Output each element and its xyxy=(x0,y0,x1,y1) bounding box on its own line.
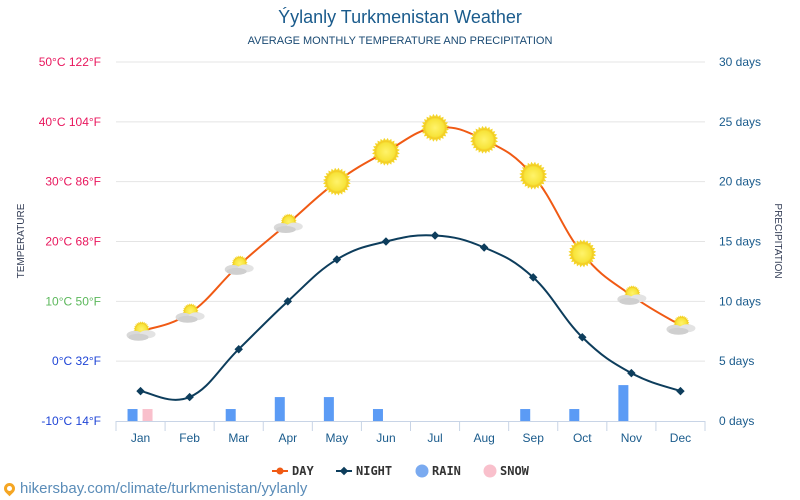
footer-url[interactable]: hikersbay.com/climate/turkmenistan/yylan… xyxy=(20,480,307,497)
partly-cloudy-icon xyxy=(175,303,205,323)
sun-disc xyxy=(522,164,545,187)
footer-link[interactable]: hikersbay.com/climate/turkmenistan/yylan… xyxy=(1,480,307,497)
x-tick-label: Dec xyxy=(670,431,691,445)
y-axis-temperature: 50°C 122°F 40°C 104°F 30°C 86°F 20°C 68°F 10… xyxy=(39,55,101,428)
y-tick-label: -10°C 14°F xyxy=(41,414,101,428)
y-tick-label: 20°C 68°F xyxy=(45,235,101,249)
y-tick-label: 0°C 32°F xyxy=(52,354,101,368)
legend-item-rain: RAIN xyxy=(415,464,461,478)
night-point xyxy=(676,386,685,396)
sun-disc xyxy=(424,116,446,139)
night-point xyxy=(627,368,636,378)
partly-cloudy-icon xyxy=(666,315,696,335)
rain-bar xyxy=(274,397,285,421)
legend-label: SNOW xyxy=(500,464,530,478)
y2-tick-label: 30 days xyxy=(719,55,761,69)
legend-snow-icon xyxy=(483,464,497,478)
legend-item-night: NIGHT xyxy=(336,464,392,478)
legend-item-day: DAY xyxy=(272,464,314,478)
sunny-icon xyxy=(372,137,400,166)
night-point xyxy=(381,237,391,246)
night-point xyxy=(479,243,489,252)
night-point xyxy=(430,231,440,240)
x-tick-label: Jan xyxy=(131,431,150,445)
rain-bar xyxy=(569,409,580,421)
y2-tick-label: 20 days xyxy=(719,175,761,189)
rain-bar xyxy=(372,409,383,421)
x-tick-label: Oct xyxy=(573,431,592,445)
temperature-lines xyxy=(126,113,696,402)
rain-bar xyxy=(225,409,236,421)
rain-bar xyxy=(323,397,334,421)
rain-bar xyxy=(127,409,138,421)
partly-cloudy-icon xyxy=(273,213,303,234)
partly-cloudy-icon xyxy=(224,255,254,275)
x-tick-label: Sep xyxy=(523,431,545,445)
sunny-icon xyxy=(322,167,351,196)
legend-rain-icon xyxy=(415,464,429,478)
legend-label: DAY xyxy=(292,464,314,478)
location-pin-icon xyxy=(1,480,18,497)
x-tick-label: Mar xyxy=(228,431,249,445)
x-tick-label: Apr xyxy=(278,431,297,445)
y2-tick-label: 0 days xyxy=(719,414,754,428)
x-tick-label: Feb xyxy=(179,431,200,445)
y2-tick-label: 15 days xyxy=(719,235,761,249)
night-point xyxy=(136,386,145,396)
y-tick-label: 40°C 104°F xyxy=(39,115,101,129)
legend-label: RAIN xyxy=(432,464,461,478)
x-tick-label: Nov xyxy=(621,431,642,445)
y2-axis-label: PRECIPITATION xyxy=(772,203,783,278)
y-tick-label: 10°C 50°F xyxy=(45,294,101,308)
y-axis-label: TEMPERATURE xyxy=(16,203,27,278)
legend: DAY NIGHT RAIN SNOW xyxy=(272,464,530,478)
night-line xyxy=(140,234,681,401)
legend-item-snow: SNOW xyxy=(483,464,530,478)
rain-bar xyxy=(618,385,629,421)
day-line xyxy=(140,126,681,333)
y2-tick-label: 10 days xyxy=(719,294,761,308)
x-tick-label: Jun xyxy=(376,431,395,445)
sun-disc xyxy=(571,242,594,265)
snow-bar xyxy=(142,409,153,421)
sun-disc xyxy=(473,128,496,151)
legend-label: NIGHT xyxy=(356,464,392,478)
rain-bar xyxy=(520,409,531,421)
y-axis-precipitation: 30 days 25 days 20 days 15 days 10 days 5 day… xyxy=(719,55,761,428)
sun-disc xyxy=(325,170,348,193)
x-tick-label: Jul xyxy=(427,431,442,445)
y2-tick-label: 25 days xyxy=(719,115,761,129)
x-tick-label: May xyxy=(326,431,349,445)
y-tick-label: 50°C 122°F xyxy=(39,55,101,69)
x-tick-label: Aug xyxy=(473,431,494,445)
precipitation-bars xyxy=(127,385,629,421)
y-tick-label: 30°C 86°F xyxy=(45,175,101,189)
partly-cloudy-icon xyxy=(126,321,156,341)
weather-chart: 50°C 122°F 40°C 104°F 30°C 86°F 20°C 68°F 10… xyxy=(16,55,783,478)
night-point xyxy=(185,392,194,402)
sunny-icon xyxy=(470,125,499,154)
y2-tick-label: 5 days xyxy=(719,354,754,368)
sunny-icon xyxy=(421,113,449,142)
sun-disc xyxy=(375,140,397,163)
x-axis: Jan Feb Mar Apr May Jun Jul Aug Sep Oct Nov Dec xyxy=(115,421,706,445)
